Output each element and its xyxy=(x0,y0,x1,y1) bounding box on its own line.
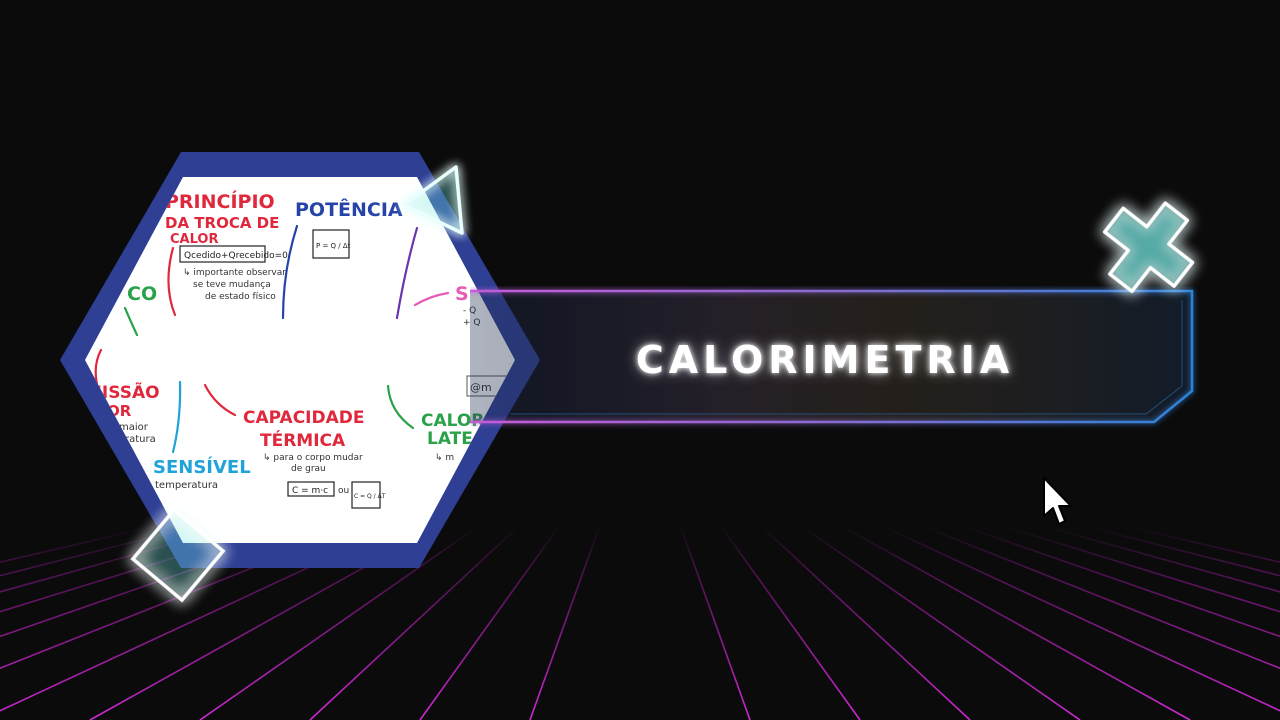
square-outline-icon xyxy=(130,507,226,603)
potencia-formula: P = Q / Δt xyxy=(316,242,351,250)
grid-vertical-line xyxy=(679,525,751,720)
cap-note-1: ↳ para o corpo mudar xyxy=(263,453,363,463)
note-1: ↳ importante observar xyxy=(183,268,286,278)
slide-title: CALORIMETRIA xyxy=(635,338,1015,382)
triangle-outline-icon xyxy=(402,165,464,235)
grid-vertical-line xyxy=(799,525,1081,720)
calor-label: CALOR xyxy=(170,232,218,247)
maior-label: maior xyxy=(119,422,149,433)
temperatura-label: temperatura xyxy=(155,480,218,491)
grid-vertical-line xyxy=(1079,525,1280,577)
grid-vertical-line xyxy=(719,525,861,720)
cap-note-2: de grau xyxy=(291,464,326,474)
grid-vertical-line xyxy=(959,525,1280,638)
grid-vertical-line xyxy=(759,525,971,720)
principio-label: PRINCÍPIO xyxy=(165,190,275,213)
co-label: CO xyxy=(127,283,157,305)
pointer-cursor-icon xyxy=(1043,477,1072,525)
troca-label: DA TROCA DE xyxy=(165,214,279,232)
equation-box: Qcedido+Qrecebido=0 xyxy=(184,251,288,261)
calor-latente-note: ↳ m xyxy=(435,453,454,463)
potencia-label: POTÊNCIA xyxy=(295,198,403,221)
sensivel-label: SENSÍVEL xyxy=(153,456,251,478)
capacidade-label: CAPACIDADE xyxy=(243,408,364,428)
cap-formula-2: C = Q / ΔT xyxy=(354,493,386,500)
slide-scene: PRINCÍPIO DA TROCA DE CALOR Qcedido+Qrec… xyxy=(0,0,1280,720)
s-head-label: S xyxy=(455,283,469,305)
ou-label: ou xyxy=(338,486,349,496)
note-2: se teve mudança xyxy=(193,280,271,290)
termica-label: TÉRMICA xyxy=(260,429,346,451)
note-3: de estado físico xyxy=(205,292,276,302)
grid-vertical-line xyxy=(919,525,1280,670)
cross-icon xyxy=(1102,201,1195,294)
calor-latente-2: LATE xyxy=(427,429,473,449)
grid-vertical-line xyxy=(839,525,1191,720)
cap-formula-1: C = m·c xyxy=(292,486,328,496)
